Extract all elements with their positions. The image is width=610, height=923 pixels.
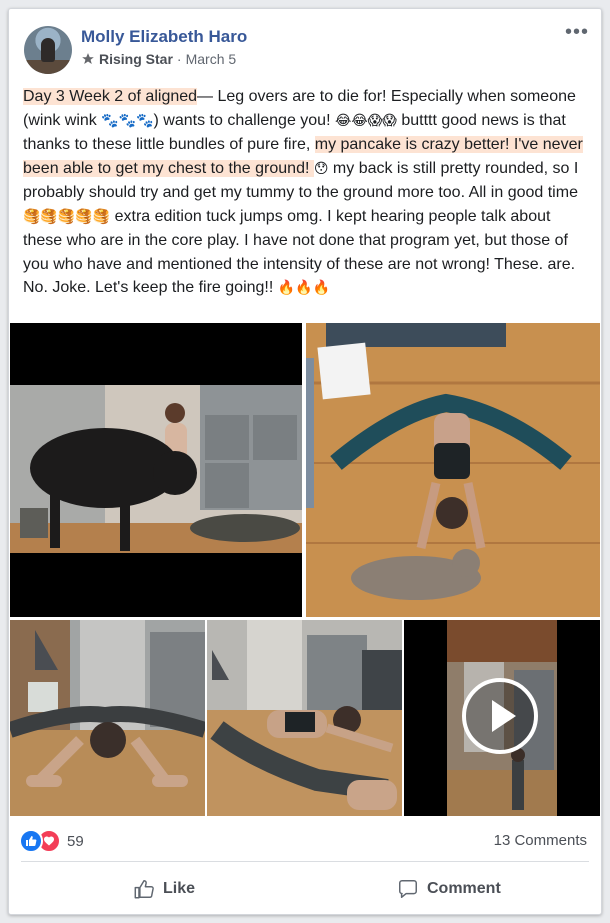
fire-emoji: 🔥🔥🔥 bbox=[277, 280, 331, 296]
text-segment: ) wants to challenge you! bbox=[153, 111, 335, 129]
paw-emoji: 🐾🐾🐾 bbox=[101, 112, 154, 129]
reaction-count: 59 bbox=[67, 832, 84, 850]
photo-forward-fold[interactable] bbox=[10, 620, 205, 816]
avatar[interactable] bbox=[24, 26, 72, 74]
like-button[interactable]: Like bbox=[133, 877, 195, 901]
comment-button[interactable]: Comment bbox=[397, 877, 501, 901]
thumbs-up-icon bbox=[134, 880, 154, 899]
author-name[interactable]: Molly Elizabeth Haro bbox=[81, 27, 247, 47]
photo-side-stretch[interactable] bbox=[207, 620, 402, 816]
divider bbox=[21, 861, 589, 862]
play-icon[interactable] bbox=[462, 678, 538, 754]
comments-count[interactable]: 13 Comments bbox=[494, 832, 587, 849]
like-icon bbox=[19, 829, 43, 853]
photo-straddle-stretch[interactable] bbox=[306, 323, 600, 617]
rising-star-badge[interactable]: Rising Star bbox=[99, 51, 173, 67]
meta-separator: · bbox=[176, 51, 182, 67]
more-options-button[interactable]: ••• bbox=[565, 22, 589, 42]
comment-bubble-icon bbox=[399, 880, 417, 898]
post-meta: Rising Star · March 5 bbox=[81, 51, 236, 67]
post-date[interactable]: March 5 bbox=[186, 51, 237, 67]
shock-emoji: 😯 bbox=[313, 160, 329, 177]
comment-label: Comment bbox=[427, 880, 501, 897]
face-emoji: 😂😂😱😱 bbox=[334, 112, 397, 129]
star-icon bbox=[82, 53, 94, 64]
highlight-text: Day 3 Week 2 of aligned bbox=[23, 88, 198, 105]
photo-dog-kitchen[interactable] bbox=[10, 323, 302, 617]
like-label: Like bbox=[163, 880, 196, 897]
post-text: Day 3 Week 2 of aligned— Leg overs are t… bbox=[23, 85, 589, 301]
reaction-summary[interactable]: 59 bbox=[19, 829, 84, 853]
pancake-emoji: 🥞🥞🥞🥞🥞 bbox=[23, 208, 111, 225]
post-card: Molly Elizabeth Haro Rising Star · March… bbox=[8, 8, 602, 915]
video-tuck-jumps[interactable] bbox=[404, 620, 600, 816]
post-header: Molly Elizabeth Haro Rising Star · March… bbox=[9, 9, 601, 81]
